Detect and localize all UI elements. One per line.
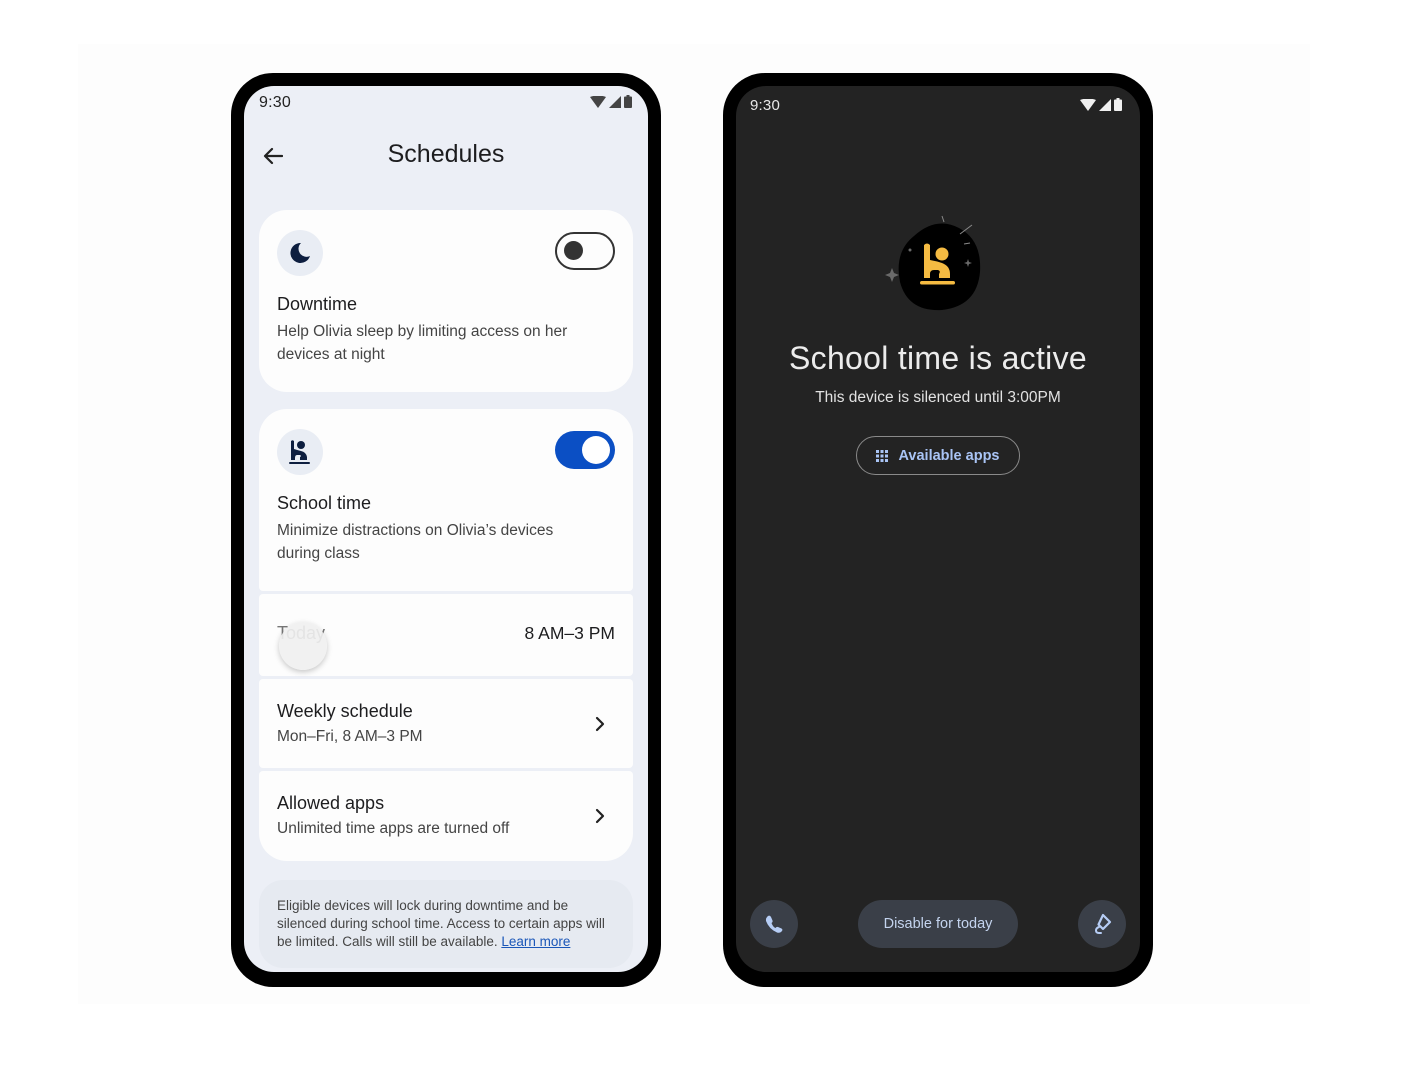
- screen-rotate-button[interactable]: [1078, 900, 1126, 948]
- status-icons: [1080, 98, 1122, 111]
- battery-icon: [624, 95, 632, 108]
- school-time-title: School time: [277, 493, 372, 513]
- screen-rotate-icon: [1094, 913, 1112, 934]
- phone-frame-school-time-active: 9:30 School time is active This device i…: [723, 73, 1153, 987]
- school-time-description: Minimize distractions on Olivia’s device…: [277, 522, 554, 562]
- allowed-apps-sub: Unlimited time apps are turned off: [277, 820, 510, 837]
- disable-for-today-label: Disable for today: [883, 916, 993, 932]
- downtime-icon-container: [277, 230, 323, 276]
- battery-icon: [1114, 98, 1122, 111]
- app-bar: Schedules: [244, 136, 648, 176]
- signal-icon: [609, 95, 621, 108]
- status-bar: 9:30: [244, 86, 648, 120]
- allowed-apps-row[interactable]: Allowed apps Unlimited time apps are tur…: [259, 771, 633, 861]
- page-title: Schedules: [387, 140, 505, 168]
- school-time-card: School time Minimize distractions on Oli…: [259, 409, 633, 591]
- today-row[interactable]: Today 8 AM–3 PM: [259, 594, 633, 676]
- downtime-title: Downtime: [277, 294, 358, 314]
- touch-indicator: [279, 622, 327, 670]
- learn-more-link[interactable]: Learn more: [501, 934, 570, 949]
- phone-icon: [765, 915, 783, 933]
- school-time-toggle[interactable]: [555, 431, 615, 469]
- status-subtitle: This device is silenced until 3:00PM: [815, 389, 1061, 406]
- available-apps-button[interactable]: Available apps: [856, 436, 1020, 475]
- downtime-toggle[interactable]: [555, 232, 615, 270]
- weekly-schedule-label: Weekly schedule: [277, 701, 413, 721]
- today-time-range: 8 AM–3 PM: [524, 623, 615, 643]
- phone-frame-schedules: 9:30 Schedules Downtime Help Olivia slee…: [231, 73, 661, 987]
- phone-button[interactable]: [750, 900, 798, 948]
- signal-icon: [1099, 98, 1111, 111]
- wifi-icon: [590, 95, 606, 108]
- moon-icon: [290, 242, 310, 263]
- schedules-screen: 9:30 Schedules Downtime Help Olivia slee…: [244, 86, 648, 972]
- sparkle-icon: [885, 268, 899, 282]
- status-icons: [590, 95, 632, 108]
- school-time-icon-container: [277, 429, 323, 475]
- disable-for-today-button[interactable]: Disable for today: [858, 900, 1018, 948]
- downtime-description: Help Olivia sleep by limiting access on …: [277, 323, 568, 363]
- chevron-right-icon: [593, 807, 607, 825]
- info-box: Eligible devices will lock during downti…: [259, 880, 633, 968]
- status-title: School time is active: [789, 340, 1087, 376]
- wifi-icon: [1080, 98, 1096, 111]
- weekly-schedule-row[interactable]: Weekly schedule Mon–Fri, 8 AM–3 PM: [259, 679, 633, 768]
- status-time: 9:30: [750, 97, 780, 114]
- school-time-lock-screen: 9:30 School time is active This device i…: [736, 86, 1140, 972]
- raised-hand-student-icon: [289, 440, 310, 464]
- toggle-knob: [564, 241, 583, 260]
- allowed-apps-label: Allowed apps: [277, 793, 385, 813]
- school-time-illustration: [884, 214, 994, 314]
- apps-grid-icon: [876, 449, 889, 462]
- status-bar: 9:30: [736, 86, 1140, 120]
- available-apps-label: Available apps: [898, 447, 1000, 464]
- chevron-right-icon: [593, 715, 607, 733]
- toggle-knob: [582, 436, 610, 464]
- weekly-schedule-sub: Mon–Fri, 8 AM–3 PM: [277, 728, 423, 745]
- downtime-card: Downtime Help Olivia sleep by limiting a…: [259, 210, 633, 392]
- status-time: 9:30: [259, 94, 291, 111]
